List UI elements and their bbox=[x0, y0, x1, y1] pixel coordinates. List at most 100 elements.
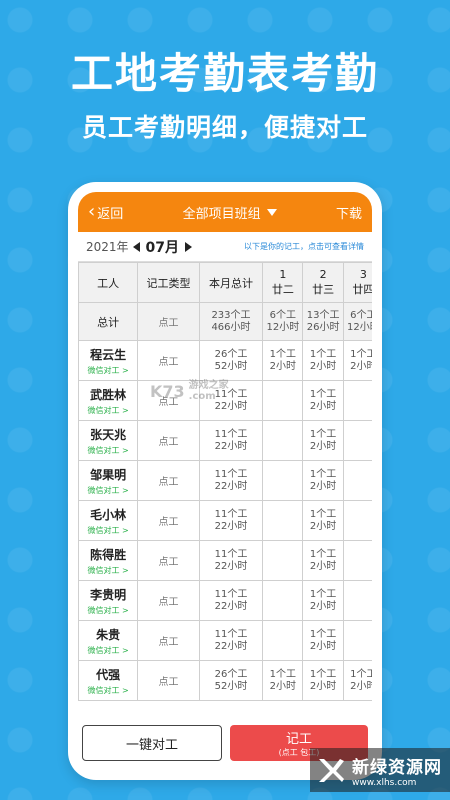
day-cell[interactable] bbox=[342, 620, 372, 661]
day-cell[interactable]: 1个工2小时 bbox=[342, 660, 372, 701]
day-cell[interactable]: 1个工2小时 bbox=[342, 340, 372, 381]
day-cell[interactable] bbox=[342, 420, 372, 461]
worker-row[interactable]: 代强微信对工 >点工26个工52小时1个工2小时1个工2小时1个工2小时 bbox=[78, 660, 372, 701]
header-day[interactable]: 3 廿四 bbox=[342, 262, 372, 303]
worker-name: 朱贵 bbox=[96, 627, 121, 642]
month-total-cell[interactable]: 26个工 52小时 bbox=[198, 660, 264, 701]
watermark-brand: K73 bbox=[150, 381, 185, 401]
wechat-check-link[interactable]: 微信对工 > bbox=[80, 605, 137, 616]
chevron-left-icon: ‹ bbox=[88, 201, 96, 222]
day-cell[interactable] bbox=[342, 540, 372, 581]
day-cell[interactable] bbox=[342, 380, 372, 421]
dropdown-arrow-icon bbox=[266, 208, 277, 216]
month-label[interactable]: 07月 bbox=[146, 237, 179, 257]
day-cell[interactable] bbox=[262, 620, 304, 661]
download-button[interactable]: 下载 bbox=[336, 203, 362, 222]
day-cell[interactable] bbox=[262, 380, 304, 421]
wechat-check-link[interactable]: 微信对工 > bbox=[80, 565, 137, 576]
header-type: 记工类型 bbox=[137, 262, 200, 303]
app-screen: ‹ 返回 全部项目班组 下载 2021年 07月 以下是你的记工，点击可查看详情… bbox=[78, 192, 372, 767]
record-type-cell: 点工 bbox=[137, 540, 200, 581]
month-total-cell[interactable]: 11个工 22小时 bbox=[198, 580, 264, 621]
record-type-cell: 点工 bbox=[137, 340, 200, 381]
header-day[interactable]: 2 廿三 bbox=[302, 262, 344, 303]
day-cell[interactable]: 1个工2小时 bbox=[262, 340, 304, 381]
month-total-cell[interactable]: 11个工 22小时 bbox=[198, 460, 264, 501]
header-worker: 工人 bbox=[78, 262, 139, 303]
worker-row[interactable]: 朱贵 微信对工 > 点工 11个工 22小时 1个工 2小时 bbox=[78, 620, 372, 661]
worker-cell[interactable]: 李贵明 微信对工 > bbox=[78, 580, 139, 621]
day-cell[interactable]: 1个工2小时 bbox=[302, 460, 344, 501]
back-button[interactable]: ‹ 返回 bbox=[88, 203, 123, 222]
day-cell[interactable]: 1个工2小时 bbox=[262, 660, 304, 701]
worker-row[interactable]: 李贵明 微信对工 > 点工 11个工 22小时 1个工 2小时 bbox=[78, 580, 372, 621]
day-cell[interactable] bbox=[262, 580, 304, 621]
worker-cell[interactable]: 陈得胜微信对工 > bbox=[78, 540, 139, 581]
one-click-check-button[interactable]: 一键对工 bbox=[82, 725, 222, 761]
day-cell[interactable]: 1个工2小时 bbox=[302, 620, 344, 661]
day-cell[interactable]: 1个工2小时 bbox=[302, 340, 344, 381]
watermark-url: .com bbox=[188, 391, 216, 402]
day-cell[interactable] bbox=[342, 500, 372, 541]
wechat-check-link[interactable]: 微信对工 > bbox=[80, 405, 137, 416]
day-cell[interactable]: 1个工2小时 bbox=[302, 380, 344, 421]
day-cell[interactable] bbox=[262, 460, 304, 501]
next-month-icon[interactable] bbox=[185, 241, 193, 252]
prev-month-icon[interactable] bbox=[132, 241, 140, 252]
top-bar: ‹ 返回 全部项目班组 下载 bbox=[78, 192, 372, 232]
header-day[interactable]: 1 廿二 bbox=[262, 262, 304, 303]
day-cell[interactable] bbox=[262, 500, 304, 541]
day-cell[interactable] bbox=[342, 580, 372, 621]
worker-row[interactable]: 邹果明 微信对工 > 点工 11个工 22小时 1个工 2小时 bbox=[78, 460, 372, 501]
record-type-cell: 点工 bbox=[137, 500, 200, 541]
worker-cell[interactable]: 朱贵微信对工 > bbox=[78, 620, 139, 661]
watermark-cn: 游戏之家 bbox=[188, 380, 229, 391]
project-group-selector[interactable]: 全部项目班组 bbox=[183, 203, 277, 222]
worker-cell[interactable]: 武胜林 微信对工 > bbox=[78, 380, 139, 421]
wechat-check-link[interactable]: 微信对工 > bbox=[80, 685, 137, 696]
month-total-cell[interactable]: 11个工 22小时 bbox=[198, 420, 264, 461]
day-cell[interactable]: 1个工2小时 bbox=[302, 540, 344, 581]
worker-name: 陈得胜 bbox=[90, 547, 127, 562]
day-cell[interactable]: 1个工2小时 bbox=[302, 420, 344, 461]
record-type-cell: 点工 bbox=[137, 660, 200, 701]
total-label: 总计 bbox=[78, 302, 139, 341]
wechat-check-link[interactable]: 微信对工 > bbox=[80, 525, 137, 536]
worker-cell[interactable]: 代强微信对工 > bbox=[78, 660, 139, 701]
wechat-check-link[interactable]: 微信对工 > bbox=[80, 645, 137, 656]
day-cell[interactable]: 1个工2小时 bbox=[302, 580, 344, 621]
month-selector-bar: 2021年 07月 以下是你的记工，点击可查看详情 bbox=[78, 232, 372, 262]
day-cell[interactable] bbox=[342, 460, 372, 501]
total-row: 总计 点工 233个工466小时 6个工12小时 13个工26小时 6个工12小… bbox=[78, 302, 372, 341]
wechat-check-link[interactable]: 微信对工 > bbox=[80, 445, 137, 456]
worker-row[interactable]: 程云生微信对工 >点工26个工52小时1个工2小时1个工2小时1个工2小时 bbox=[78, 340, 372, 381]
year-label: 2021年 bbox=[86, 240, 129, 254]
worker-cell[interactable]: 毛小林 微信对工 > bbox=[78, 500, 139, 541]
total-day: 13个工 26小时 bbox=[302, 302, 344, 341]
day-cell[interactable] bbox=[262, 540, 304, 581]
record-label: 记工 bbox=[285, 732, 312, 747]
promo-subline: 员工考勤明细，便捷对工 bbox=[81, 113, 368, 142]
month-total-cell[interactable]: 11个工 22小时 bbox=[198, 620, 264, 661]
worker-cell[interactable]: 张天兆微信对工 > bbox=[78, 420, 139, 461]
day-number: 3 bbox=[359, 268, 367, 281]
month-total-cell[interactable]: 11个工 22小时 bbox=[198, 540, 264, 581]
worker-name: 张天兆 bbox=[90, 427, 127, 442]
back-label: 返回 bbox=[97, 206, 124, 222]
record-type-cell: 点工 bbox=[137, 580, 200, 621]
wechat-check-link[interactable]: 微信对工 > bbox=[80, 365, 137, 376]
header-row: 工人 记工类型 本月总计 1 廿二 2 廿三 3 廿四 bbox=[78, 262, 372, 303]
worker-row[interactable]: 陈得胜微信对工 > 点工 11个工 22小时 1个工 2小时 bbox=[78, 540, 372, 581]
day-cell[interactable] bbox=[262, 420, 304, 461]
month-total-cell[interactable]: 26个工 52小时 bbox=[198, 340, 264, 381]
day-cell[interactable]: 1个工2小时 bbox=[302, 660, 344, 701]
worker-cell[interactable]: 程云生 微信对工 > bbox=[78, 340, 139, 381]
day-cell[interactable]: 1个工2小时 bbox=[302, 500, 344, 541]
worker-cell[interactable]: 邹果明 微信对工 > bbox=[78, 460, 139, 501]
center-watermark: K73 游戏之家 .com bbox=[150, 380, 229, 402]
worker-row[interactable]: 张天兆 微信对工 > 点工 11个工 22小时 1个工 2小时 bbox=[78, 420, 372, 461]
worker-row[interactable]: 毛小林 微信对工 > 点工 11个工 22小时 1个工 2小时 bbox=[78, 500, 372, 541]
month-total-cell[interactable]: 11个工 22小时 bbox=[198, 500, 264, 541]
worker-name: 代强 bbox=[96, 667, 121, 682]
wechat-check-link[interactable]: 微信对工 > bbox=[80, 485, 137, 496]
